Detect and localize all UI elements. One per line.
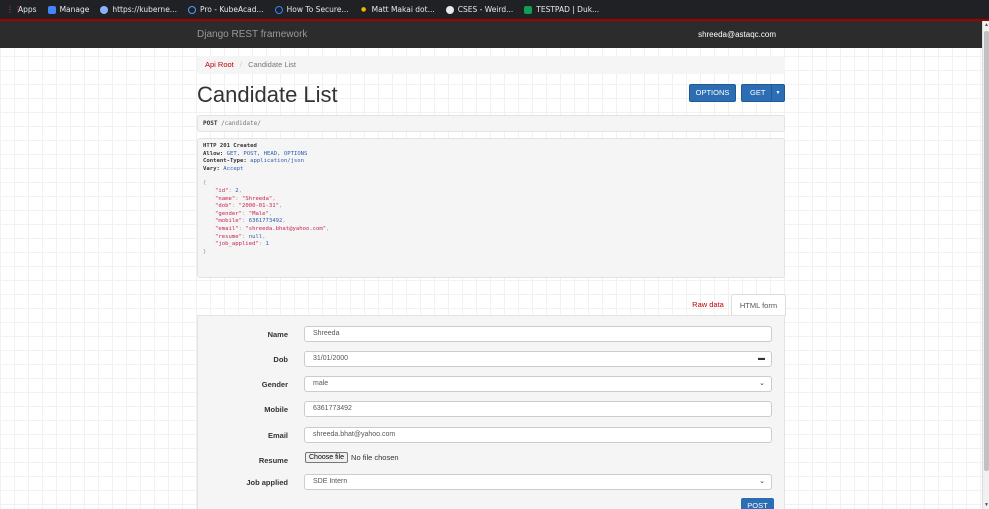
response-header: Vary: Accept — [203, 165, 244, 172]
bookmark-icon — [47, 5, 56, 14]
email-field[interactable]: shreeda.bhat@yahoo.com — [304, 427, 772, 443]
breadcrumb-current: Candidate List — [248, 60, 297, 69]
response-body: { "id": 2, "name": "Shreeda", "dob": "20… — [203, 180, 779, 256]
get-button-label: GET — [750, 88, 766, 97]
bookmark-icon — [524, 5, 533, 14]
options-button[interactable]: OPTIONS — [689, 84, 736, 102]
json-row: "resume": null, — [215, 233, 266, 240]
response-header: Content-Type: application/json — [203, 158, 305, 165]
json-row: "dob": "2000-01-31", — [215, 203, 283, 210]
bookmark-label: Matt Makai dot... — [371, 5, 435, 14]
page-title: Candidate List — [197, 82, 338, 107]
chevron-down-icon: ⌄ — [759, 380, 765, 387]
breadcrumb-separator: / — [239, 60, 242, 69]
response-info: HTTP 201 Created Allow: GET, POST, HEAD,… — [197, 138, 785, 278]
file-status: No file chosen — [351, 453, 399, 462]
breadcrumb-api-root[interactable]: Api Root — [205, 60, 234, 69]
bookmarks-bar: ⋮⋮ Apps Manage https://kuberne... Pro - … — [0, 0, 989, 19]
loader-icon — [187, 5, 196, 14]
job-applied-label: Job applied — [246, 478, 288, 487]
json-row: "name": "Shreeda", — [215, 195, 276, 202]
globe-icon — [100, 5, 109, 14]
get-button[interactable]: GET ▼ — [741, 84, 785, 102]
caret-down-icon[interactable]: ▼ — [771, 85, 784, 101]
scroll-up-arrow-icon[interactable]: ▲ — [983, 21, 989, 29]
json-row: "mobile": 6361773492, — [215, 218, 286, 225]
apps-grid-icon: ⋮⋮ — [6, 4, 22, 14]
request-method: POST — [203, 120, 218, 127]
gender-label: Gender — [261, 380, 288, 389]
resume-file-input[interactable]: Choose file No file chosen — [305, 452, 399, 463]
bookmark-label: CSES - Weird... — [457, 5, 514, 14]
vertical-scrollbar[interactable]: ▲ ▼ — [982, 21, 989, 509]
job-applied-select[interactable]: SDE Intern ⌄ — [304, 474, 772, 490]
request-path: /candidate/ — [221, 120, 261, 127]
choose-file-button[interactable]: Choose file — [305, 452, 349, 463]
bookmark-label: How To Secure... — [286, 5, 349, 14]
calendar-icon[interactable]: ▬ — [758, 352, 765, 366]
json-row: "gender": "Male", — [215, 210, 273, 217]
dob-field[interactable]: 31/01/2000 ▬ — [304, 351, 772, 367]
mobile-field[interactable]: 6361773492 — [304, 401, 772, 417]
request-info: POST /candidate/ — [197, 115, 785, 132]
brand-link[interactable]: Django REST framework — [197, 29, 307, 40]
gender-select[interactable]: male ⌄ — [304, 376, 772, 392]
bookmark-label: Manage — [59, 5, 90, 14]
mobile-label: Mobile — [264, 405, 288, 414]
json-row: "job_applied": 1 — [215, 241, 269, 248]
post-button[interactable]: POST — [741, 498, 774, 509]
chevron-down-icon: ⌄ — [759, 478, 765, 485]
email-label: Email — [267, 431, 288, 440]
json-open-brace: { — [203, 180, 207, 187]
scroll-down-arrow-icon[interactable]: ▼ — [983, 501, 989, 509]
json-row: "id": 2, — [215, 187, 242, 194]
scrollbar-thumb[interactable] — [984, 31, 989, 471]
bookmark-label: https://kuberne... — [112, 5, 177, 14]
breadcrumb: Api Root / Candidate List — [197, 56, 785, 74]
response-status: HTTP 201 Created — [203, 143, 257, 149]
lightbulb-icon: ● — [361, 5, 367, 13]
json-close-brace: } — [203, 248, 207, 255]
bookmark-manage[interactable]: Manage — [47, 5, 90, 14]
tab-html-form[interactable]: HTML form — [731, 294, 786, 316]
bookmark-cses[interactable]: CSES - Weird... — [445, 5, 514, 14]
globe-icon — [445, 5, 454, 14]
top-navbar: Django REST framework shreeda@astaqc.com — [0, 21, 982, 48]
html-form-panel: Name Shreeda Dob 31/01/2000 ▬ Gender mal… — [197, 315, 785, 509]
bookmark-testpad[interactable]: TESTPAD | Duk... — [524, 5, 599, 14]
name-label: Name — [267, 330, 288, 339]
bookmark-how-to-secure[interactable]: How To Secure... — [274, 5, 349, 14]
name-field[interactable]: Shreeda — [304, 326, 772, 342]
response-header: Allow: GET, POST, HEAD, OPTIONS — [203, 150, 308, 157]
bookmark-kubernetes[interactable]: https://kuberne... — [100, 5, 177, 14]
bookmark-kubeacademy[interactable]: Pro - KubeAcad... — [187, 5, 264, 14]
bookmark-label: TESTPAD | Duk... — [536, 5, 600, 14]
tab-raw-data[interactable]: Raw data — [686, 294, 730, 316]
dob-label: Dob — [273, 355, 288, 364]
resume-label: Resume — [258, 456, 288, 465]
json-row: "email": "shreeda.bhat@yahoo.com", — [215, 225, 330, 232]
bookmark-matt-makai[interactable]: ● Matt Makai dot... — [360, 5, 435, 14]
bookmark-label: Pro - KubeAcad... — [199, 5, 264, 14]
bookmark-apps[interactable]: ⋮⋮ Apps — [6, 5, 37, 14]
bookmark-label: Apps — [18, 5, 37, 14]
user-menu[interactable]: shreeda@astaqc.com — [698, 30, 776, 39]
loader-icon — [274, 5, 283, 14]
